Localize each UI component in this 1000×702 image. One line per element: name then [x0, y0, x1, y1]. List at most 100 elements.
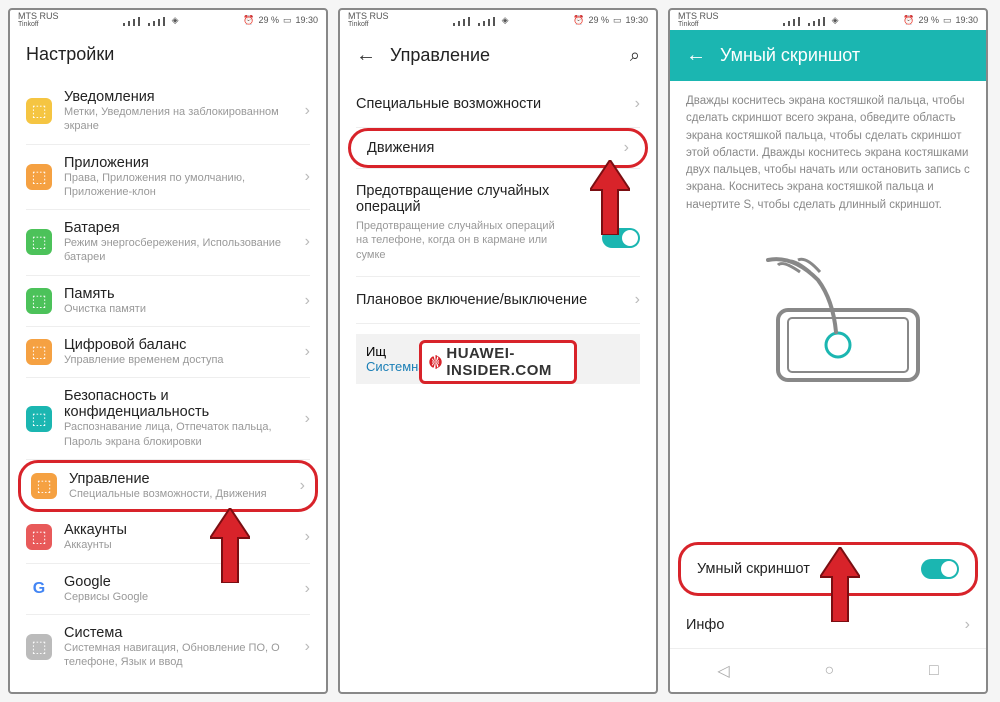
nav-home-icon[interactable]: ○	[824, 662, 834, 680]
item-icon: ⬚	[26, 524, 52, 550]
battery-pct: 29 %	[918, 15, 939, 25]
item-subtitle: Режим энергосбережения, Использование ба…	[64, 236, 293, 265]
status-bar: MTS RUS Tinkoff ◈ ⏰ 29 % ▭ 19:30	[670, 10, 986, 30]
chevron-right-icon: ›	[624, 139, 629, 157]
item-subtitle: Сервисы Google	[64, 590, 293, 604]
item-title: Аккаунты	[64, 522, 293, 538]
item-icon: ⬚	[26, 98, 52, 124]
item-title: Специальные возможности	[356, 96, 635, 112]
item-subtitle: Системная навигация, Обновление ПО, О те…	[64, 641, 293, 670]
clock: 19:30	[955, 15, 978, 25]
status-bar: MTS RUS Tinkoff ◈ ⏰ 29 % ▭ 19:30	[10, 10, 326, 30]
battery-pct: 29 %	[258, 15, 279, 25]
phone-screen-2: MTS RUS Tinkoff ◈ ⏰ 29 % ▭ 19:30 ← Управ…	[338, 8, 658, 694]
item-accidental-touch[interactable]: Предотвращение случайных операций Предот…	[340, 169, 656, 276]
item-subtitle: Предотвращение случайных операций на тел…	[356, 219, 566, 262]
item-subtitle: Распознавание лица, Отпечаток пальца, Па…	[64, 420, 293, 449]
item-icon: ⬚	[26, 164, 52, 190]
chevron-right-icon: ›	[305, 168, 310, 186]
item-scheduled-power[interactable]: Плановое включение/выключение ›	[340, 277, 656, 323]
carrier-sub: Tinkoff	[678, 21, 719, 28]
settings-item[interactable]: ⬚ УведомленияМетки, Уведомления на заблок…	[10, 79, 326, 144]
chevron-right-icon: ›	[305, 410, 310, 428]
item-icon: ⬚	[26, 288, 52, 314]
settings-item[interactable]: GGoogleСервисы Google›	[10, 564, 326, 614]
alarm-icon: ⏰	[903, 15, 914, 26]
toggle-switch[interactable]	[602, 228, 640, 248]
back-icon[interactable]: ←	[686, 44, 706, 67]
chevron-right-icon: ›	[305, 580, 310, 598]
search-prefix: Ищ	[366, 344, 386, 359]
clock: 19:30	[295, 15, 318, 25]
settings-item[interactable]: ⬚ ПамятьОчистка памяти ›	[10, 276, 326, 326]
toggle-switch[interactable]	[921, 559, 959, 579]
chevron-right-icon: ›	[305, 292, 310, 310]
item-title: Предотвращение случайных операций	[356, 183, 602, 215]
settings-list[interactable]: ⬚ УведомленияМетки, Уведомления на заблок…	[10, 79, 326, 692]
chevron-right-icon: ›	[635, 95, 640, 113]
battery-icon: ▭	[283, 15, 292, 26]
page-header: ← Умный скриншот	[670, 30, 986, 81]
settings-item[interactable]: ⬚ПриложенияПрава, Приложения по умолчани…	[10, 145, 326, 210]
item-title: Приложения	[64, 155, 293, 171]
item-subtitle: Специальные возможности, Движения	[69, 487, 288, 501]
item-accessibility[interactable]: Специальные возможности ›	[340, 81, 656, 127]
item-title: Движения	[367, 140, 624, 156]
settings-item[interactable]: ⬚Цифровой балансУправление временем дост…	[10, 327, 326, 377]
chevron-right-icon: ›	[965, 616, 970, 634]
chevron-right-icon: ›	[635, 291, 640, 309]
navigation-bar: ◁ ○ □	[670, 648, 986, 692]
watermark-text: HUAWEI-INSIDER.COM	[446, 345, 568, 379]
chevron-right-icon: ›	[305, 528, 310, 546]
toggle-label: Умный скриншот	[697, 561, 921, 577]
divider	[356, 323, 640, 324]
phone-screen-3: MTS RUS Tinkoff ◈ ⏰ 29 % ▭ 19:30 ← Умный…	[668, 8, 988, 694]
nav-back-icon[interactable]: ◁	[717, 661, 729, 681]
settings-item[interactable]: ⬚БатареяРежим энергосбережения, Использо…	[10, 210, 326, 275]
control-list: Специальные возможности › Движения › Пре…	[340, 81, 656, 692]
item-title: Память	[64, 286, 293, 302]
smart-screenshot-toggle-row[interactable]: Умный скриншот	[678, 542, 978, 596]
carrier-sub: Tinkoff	[348, 21, 389, 28]
status-bar: MTS RUS Tinkoff ◈ ⏰ 29 % ▭ 19:30	[340, 10, 656, 30]
chevron-right-icon: ›	[305, 343, 310, 361]
phone-screen-1: MTS RUS Tinkoff ◈ ⏰ 29 % ▭ 19:30 Настрой…	[8, 8, 328, 694]
wifi-icon: ◈	[172, 15, 179, 26]
gesture-illustration	[670, 230, 986, 430]
item-title: Управление	[69, 471, 288, 487]
signal-icons: ◈	[123, 15, 178, 26]
item-title: Плановое включение/выключение	[356, 292, 635, 308]
watermark: HUAWEI-INSIDER.COM	[419, 340, 577, 384]
carrier: MTS RUS	[348, 12, 389, 21]
clock: 19:30	[625, 15, 648, 25]
item-subtitle: Управление временем доступа	[64, 353, 293, 367]
chevron-right-icon: ›	[305, 102, 310, 120]
item-motions[interactable]: Движения ›	[348, 128, 648, 168]
item-subtitle: Метки, Уведомления на заблокированном эк…	[64, 105, 293, 134]
nav-recent-icon[interactable]: □	[929, 662, 939, 680]
item-title: Батарея	[64, 220, 293, 236]
carrier: MTS RUS	[18, 12, 59, 21]
item-subtitle: Аккаунты	[64, 538, 293, 552]
chevron-right-icon: ›	[300, 477, 305, 495]
back-icon[interactable]: ←	[356, 44, 376, 67]
item-icon: ⬚	[26, 634, 52, 660]
item-title: Уведомления	[64, 89, 293, 105]
info-row[interactable]: Инфо ›	[670, 602, 986, 648]
page-title: Настройки	[26, 44, 114, 65]
item-icon: ⬚	[31, 473, 57, 499]
battery-pct: 29 %	[588, 15, 609, 25]
info-label: Инфо	[686, 617, 965, 633]
settings-item[interactable]: ⬚ УправлениеСпециальные возможности, Движ…	[18, 460, 318, 512]
page-title: Управление	[390, 45, 490, 66]
item-title: Безопасность и конфиденциальность	[64, 388, 293, 420]
settings-item[interactable]: ⬚ АккаунтыАккаунты ›	[10, 512, 326, 562]
settings-item[interactable]: ⬚Безопасность и конфиденциальностьРаспоз…	[10, 378, 326, 459]
settings-item[interactable]: ⬚СистемаСистемная навигация, Обновление …	[10, 615, 326, 680]
item-subtitle: Очистка памяти	[64, 302, 293, 316]
chevron-right-icon: ›	[305, 638, 310, 656]
item-title: Цифровой баланс	[64, 337, 293, 353]
search-icon[interactable]: ⌕	[630, 45, 640, 66]
signal-icons: ◈	[783, 15, 838, 26]
alarm-icon: ⏰	[573, 15, 584, 26]
